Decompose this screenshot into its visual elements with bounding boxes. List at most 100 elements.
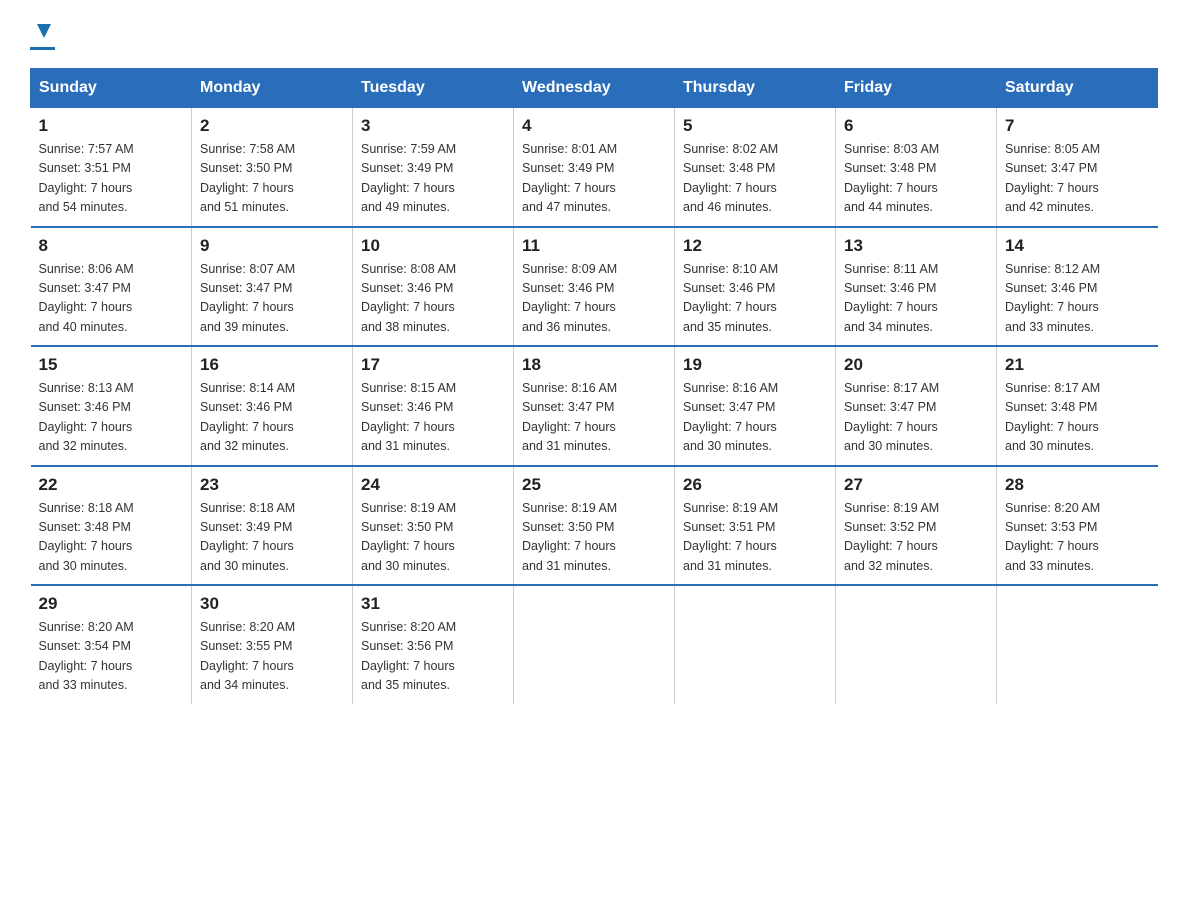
calendar-cell: 15 Sunrise: 8:13 AMSunset: 3:46 PMDaylig… xyxy=(31,346,192,466)
day-number: 21 xyxy=(1005,355,1150,375)
logo-arrow-icon xyxy=(33,20,55,47)
day-info: Sunrise: 8:18 AMSunset: 3:48 PMDaylight:… xyxy=(39,501,134,573)
calendar-cell: 9 Sunrise: 8:07 AMSunset: 3:47 PMDayligh… xyxy=(192,227,353,347)
weekday-header-wednesday: Wednesday xyxy=(514,69,675,108)
calendar-cell: 24 Sunrise: 8:19 AMSunset: 3:50 PMDaylig… xyxy=(353,466,514,586)
day-number: 11 xyxy=(522,236,666,256)
calendar-cell: 14 Sunrise: 8:12 AMSunset: 3:46 PMDaylig… xyxy=(997,227,1158,347)
calendar-cell: 23 Sunrise: 8:18 AMSunset: 3:49 PMDaylig… xyxy=(192,466,353,586)
calendar-cell: 18 Sunrise: 8:16 AMSunset: 3:47 PMDaylig… xyxy=(514,346,675,466)
calendar-cell: 26 Sunrise: 8:19 AMSunset: 3:51 PMDaylig… xyxy=(675,466,836,586)
day-info: Sunrise: 8:05 AMSunset: 3:47 PMDaylight:… xyxy=(1005,142,1100,214)
weekday-header-thursday: Thursday xyxy=(675,69,836,108)
day-info: Sunrise: 8:06 AMSunset: 3:47 PMDaylight:… xyxy=(39,262,134,334)
calendar-cell: 20 Sunrise: 8:17 AMSunset: 3:47 PMDaylig… xyxy=(836,346,997,466)
calendar-cell: 22 Sunrise: 8:18 AMSunset: 3:48 PMDaylig… xyxy=(31,466,192,586)
calendar-cell: 19 Sunrise: 8:16 AMSunset: 3:47 PMDaylig… xyxy=(675,346,836,466)
calendar-cell: 8 Sunrise: 8:06 AMSunset: 3:47 PMDayligh… xyxy=(31,227,192,347)
day-number: 14 xyxy=(1005,236,1150,256)
day-info: Sunrise: 8:19 AMSunset: 3:50 PMDaylight:… xyxy=(522,501,617,573)
week-row-4: 22 Sunrise: 8:18 AMSunset: 3:48 PMDaylig… xyxy=(31,466,1158,586)
day-info: Sunrise: 8:03 AMSunset: 3:48 PMDaylight:… xyxy=(844,142,939,214)
weekday-header-saturday: Saturday xyxy=(997,69,1158,108)
day-number: 10 xyxy=(361,236,505,256)
day-info: Sunrise: 8:20 AMSunset: 3:55 PMDaylight:… xyxy=(200,620,295,692)
day-number: 23 xyxy=(200,475,344,495)
calendar-cell: 5 Sunrise: 8:02 AMSunset: 3:48 PMDayligh… xyxy=(675,108,836,227)
day-info: Sunrise: 8:11 AMSunset: 3:46 PMDaylight:… xyxy=(844,262,938,334)
day-number: 9 xyxy=(200,236,344,256)
day-number: 28 xyxy=(1005,475,1150,495)
calendar-cell: 16 Sunrise: 8:14 AMSunset: 3:46 PMDaylig… xyxy=(192,346,353,466)
calendar-cell: 31 Sunrise: 8:20 AMSunset: 3:56 PMDaylig… xyxy=(353,585,514,704)
calendar-cell: 6 Sunrise: 8:03 AMSunset: 3:48 PMDayligh… xyxy=(836,108,997,227)
day-number: 4 xyxy=(522,116,666,136)
logo xyxy=(30,20,55,50)
weekday-header-tuesday: Tuesday xyxy=(353,69,514,108)
day-number: 2 xyxy=(200,116,344,136)
day-info: Sunrise: 8:15 AMSunset: 3:46 PMDaylight:… xyxy=(361,381,456,453)
calendar-cell: 4 Sunrise: 8:01 AMSunset: 3:49 PMDayligh… xyxy=(514,108,675,227)
day-info: Sunrise: 8:16 AMSunset: 3:47 PMDaylight:… xyxy=(522,381,617,453)
day-number: 29 xyxy=(39,594,184,614)
day-number: 27 xyxy=(844,475,988,495)
day-info: Sunrise: 7:58 AMSunset: 3:50 PMDaylight:… xyxy=(200,142,295,214)
calendar-table: SundayMondayTuesdayWednesdayThursdayFrid… xyxy=(30,68,1158,704)
week-row-1: 1 Sunrise: 7:57 AMSunset: 3:51 PMDayligh… xyxy=(31,108,1158,227)
day-info: Sunrise: 8:02 AMSunset: 3:48 PMDaylight:… xyxy=(683,142,778,214)
day-info: Sunrise: 8:07 AMSunset: 3:47 PMDaylight:… xyxy=(200,262,295,334)
day-info: Sunrise: 8:12 AMSunset: 3:46 PMDaylight:… xyxy=(1005,262,1100,334)
day-info: Sunrise: 8:20 AMSunset: 3:56 PMDaylight:… xyxy=(361,620,456,692)
day-number: 5 xyxy=(683,116,827,136)
day-number: 6 xyxy=(844,116,988,136)
day-info: Sunrise: 8:19 AMSunset: 3:51 PMDaylight:… xyxy=(683,501,778,573)
calendar-cell: 11 Sunrise: 8:09 AMSunset: 3:46 PMDaylig… xyxy=(514,227,675,347)
day-number: 26 xyxy=(683,475,827,495)
day-number: 16 xyxy=(200,355,344,375)
week-row-5: 29 Sunrise: 8:20 AMSunset: 3:54 PMDaylig… xyxy=(31,585,1158,704)
day-info: Sunrise: 8:16 AMSunset: 3:47 PMDaylight:… xyxy=(683,381,778,453)
calendar-cell: 30 Sunrise: 8:20 AMSunset: 3:55 PMDaylig… xyxy=(192,585,353,704)
week-row-2: 8 Sunrise: 8:06 AMSunset: 3:47 PMDayligh… xyxy=(31,227,1158,347)
weekday-header-row: SundayMondayTuesdayWednesdayThursdayFrid… xyxy=(31,69,1158,108)
calendar-cell: 3 Sunrise: 7:59 AMSunset: 3:49 PMDayligh… xyxy=(353,108,514,227)
day-number: 31 xyxy=(361,594,505,614)
page-header xyxy=(30,20,1158,50)
calendar-cell: 28 Sunrise: 8:20 AMSunset: 3:53 PMDaylig… xyxy=(997,466,1158,586)
day-info: Sunrise: 7:57 AMSunset: 3:51 PMDaylight:… xyxy=(39,142,134,214)
calendar-cell: 7 Sunrise: 8:05 AMSunset: 3:47 PMDayligh… xyxy=(997,108,1158,227)
weekday-header-friday: Friday xyxy=(836,69,997,108)
day-info: Sunrise: 8:13 AMSunset: 3:46 PMDaylight:… xyxy=(39,381,134,453)
day-number: 15 xyxy=(39,355,184,375)
day-info: Sunrise: 8:20 AMSunset: 3:53 PMDaylight:… xyxy=(1005,501,1100,573)
day-number: 30 xyxy=(200,594,344,614)
weekday-header-sunday: Sunday xyxy=(31,69,192,108)
day-info: Sunrise: 8:01 AMSunset: 3:49 PMDaylight:… xyxy=(522,142,617,214)
calendar-cell: 27 Sunrise: 8:19 AMSunset: 3:52 PMDaylig… xyxy=(836,466,997,586)
day-info: Sunrise: 8:10 AMSunset: 3:46 PMDaylight:… xyxy=(683,262,778,334)
day-number: 20 xyxy=(844,355,988,375)
calendar-cell: 21 Sunrise: 8:17 AMSunset: 3:48 PMDaylig… xyxy=(997,346,1158,466)
calendar-cell xyxy=(997,585,1158,704)
day-number: 1 xyxy=(39,116,184,136)
day-info: Sunrise: 7:59 AMSunset: 3:49 PMDaylight:… xyxy=(361,142,456,214)
day-number: 3 xyxy=(361,116,505,136)
day-info: Sunrise: 8:17 AMSunset: 3:47 PMDaylight:… xyxy=(844,381,939,453)
day-info: Sunrise: 8:17 AMSunset: 3:48 PMDaylight:… xyxy=(1005,381,1100,453)
calendar-cell: 13 Sunrise: 8:11 AMSunset: 3:46 PMDaylig… xyxy=(836,227,997,347)
day-number: 22 xyxy=(39,475,184,495)
calendar-cell: 25 Sunrise: 8:19 AMSunset: 3:50 PMDaylig… xyxy=(514,466,675,586)
calendar-cell: 2 Sunrise: 7:58 AMSunset: 3:50 PMDayligh… xyxy=(192,108,353,227)
day-number: 8 xyxy=(39,236,184,256)
calendar-cell: 1 Sunrise: 7:57 AMSunset: 3:51 PMDayligh… xyxy=(31,108,192,227)
day-info: Sunrise: 8:09 AMSunset: 3:46 PMDaylight:… xyxy=(522,262,617,334)
day-number: 19 xyxy=(683,355,827,375)
logo-underline xyxy=(30,47,55,50)
day-number: 13 xyxy=(844,236,988,256)
day-number: 24 xyxy=(361,475,505,495)
calendar-cell: 10 Sunrise: 8:08 AMSunset: 3:46 PMDaylig… xyxy=(353,227,514,347)
day-info: Sunrise: 8:18 AMSunset: 3:49 PMDaylight:… xyxy=(200,501,295,573)
calendar-cell: 29 Sunrise: 8:20 AMSunset: 3:54 PMDaylig… xyxy=(31,585,192,704)
day-info: Sunrise: 8:14 AMSunset: 3:46 PMDaylight:… xyxy=(200,381,295,453)
day-number: 18 xyxy=(522,355,666,375)
